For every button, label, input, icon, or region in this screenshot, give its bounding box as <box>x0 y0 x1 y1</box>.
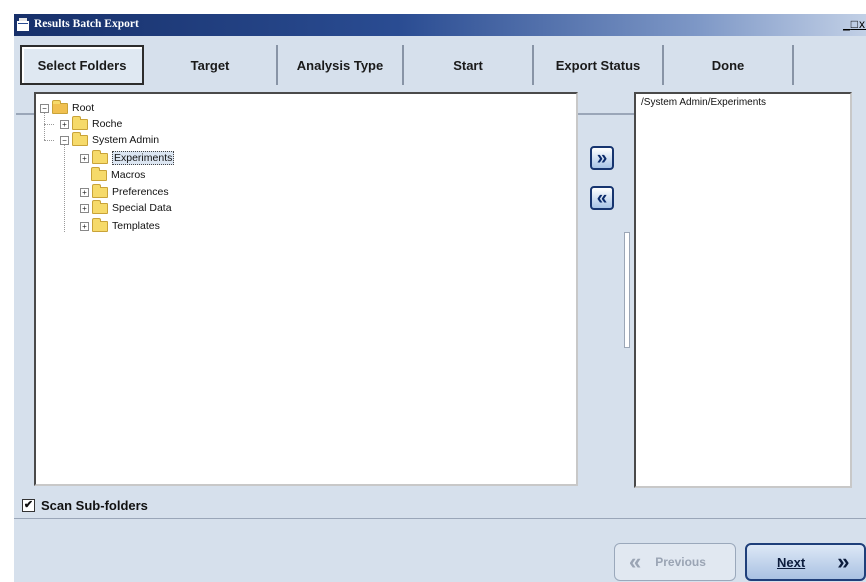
splitter-handle[interactable] <box>624 232 630 348</box>
tree-connector <box>44 140 54 141</box>
window-title: Results Batch Export <box>34 18 139 30</box>
tree-connector <box>64 140 65 232</box>
tab-analysis-type[interactable]: Analysis Type <box>278 45 404 85</box>
tree-node-system-admin[interactable]: − System Admin <box>60 131 160 148</box>
folder-icon <box>92 149 108 164</box>
tree-node-roche[interactable]: + Roche <box>60 115 123 132</box>
scan-subfolders-checkbox[interactable]: ✔ <box>22 499 35 512</box>
close-button[interactable]: x <box>859 17 866 31</box>
remove-folder-button[interactable]: « <box>590 186 614 210</box>
tree-node-preferences[interactable]: + Preferences <box>80 183 169 200</box>
expand-toggle-icon[interactable]: + <box>80 221 89 231</box>
tab-start[interactable]: Start <box>404 45 534 85</box>
folder-icon <box>52 99 68 114</box>
expand-toggle-icon[interactable]: + <box>60 119 69 129</box>
folder-tree[interactable]: − Root + Roche − System Admin + Experime… <box>34 92 578 486</box>
tree-node-label: Special Data <box>112 202 172 214</box>
folder-icon <box>92 183 108 198</box>
tree-node-experiments[interactable]: + Experiments <box>80 149 175 166</box>
collapse-toggle-icon[interactable]: − <box>40 103 49 113</box>
tree-node-root[interactable]: − Root <box>40 99 95 116</box>
tree-node-label: Experiments <box>112 151 175 165</box>
tree-node-label: System Admin <box>92 134 160 146</box>
window-app-icon <box>17 18 29 31</box>
folder-icon <box>92 199 108 214</box>
maximize-button[interactable]: □ <box>851 17 859 31</box>
scan-subfolders-label: Scan Sub-folders <box>41 498 148 513</box>
expand-toggle-icon[interactable]: + <box>80 203 89 213</box>
tree-node-label: Macros <box>111 169 146 181</box>
folder-icon <box>92 217 108 232</box>
tree-connector <box>44 124 54 125</box>
folder-icon <box>72 115 88 130</box>
expand-toggle-icon[interactable]: + <box>80 153 89 163</box>
window-controls: _□x <box>843 17 866 31</box>
minimize-button[interactable]: _ <box>843 17 851 31</box>
title-bar[interactable]: Results Batch Export _□x <box>14 14 866 36</box>
chevron-left-icon: « <box>629 549 642 574</box>
tree-node-label: Roche <box>92 118 123 130</box>
next-button-label: Next <box>777 554 806 570</box>
folder-icon <box>72 131 88 146</box>
footer-divider <box>14 518 866 519</box>
tab-select-folders[interactable]: Select Folders <box>20 45 144 85</box>
previous-button[interactable]: « Previous <box>614 543 736 581</box>
selected-folders-list[interactable]: /System Admin/Experiments <box>634 92 852 488</box>
expand-toggle-icon[interactable]: + <box>80 187 89 197</box>
tree-node-label: Templates <box>112 220 160 232</box>
tree-node-label: Preferences <box>112 186 169 198</box>
tree-node-label: Root <box>72 102 95 114</box>
tree-node-macros[interactable]: Macros <box>91 166 146 183</box>
tree-node-templates[interactable]: + Templates <box>80 217 160 234</box>
tree-node-special-data[interactable]: + Special Data <box>80 199 172 216</box>
collapse-toggle-icon[interactable]: − <box>60 135 69 145</box>
previous-button-label: Previous <box>655 555 706 569</box>
scan-subfolders-option[interactable]: ✔ Scan Sub-folders <box>22 498 148 513</box>
add-folder-button[interactable]: » <box>590 146 614 170</box>
chevron-right-icon: » <box>837 549 850 574</box>
tab-target[interactable]: Target <box>144 45 278 85</box>
tab-export-status[interactable]: Export Status <box>534 45 664 85</box>
tab-done[interactable]: Done <box>664 45 794 85</box>
list-item[interactable]: /System Admin/Experiments <box>641 97 850 108</box>
next-button[interactable]: Next » <box>745 543 866 581</box>
results-batch-export-window: Results Batch Export _□x Select Folders … <box>14 14 866 582</box>
folder-icon <box>91 166 107 181</box>
